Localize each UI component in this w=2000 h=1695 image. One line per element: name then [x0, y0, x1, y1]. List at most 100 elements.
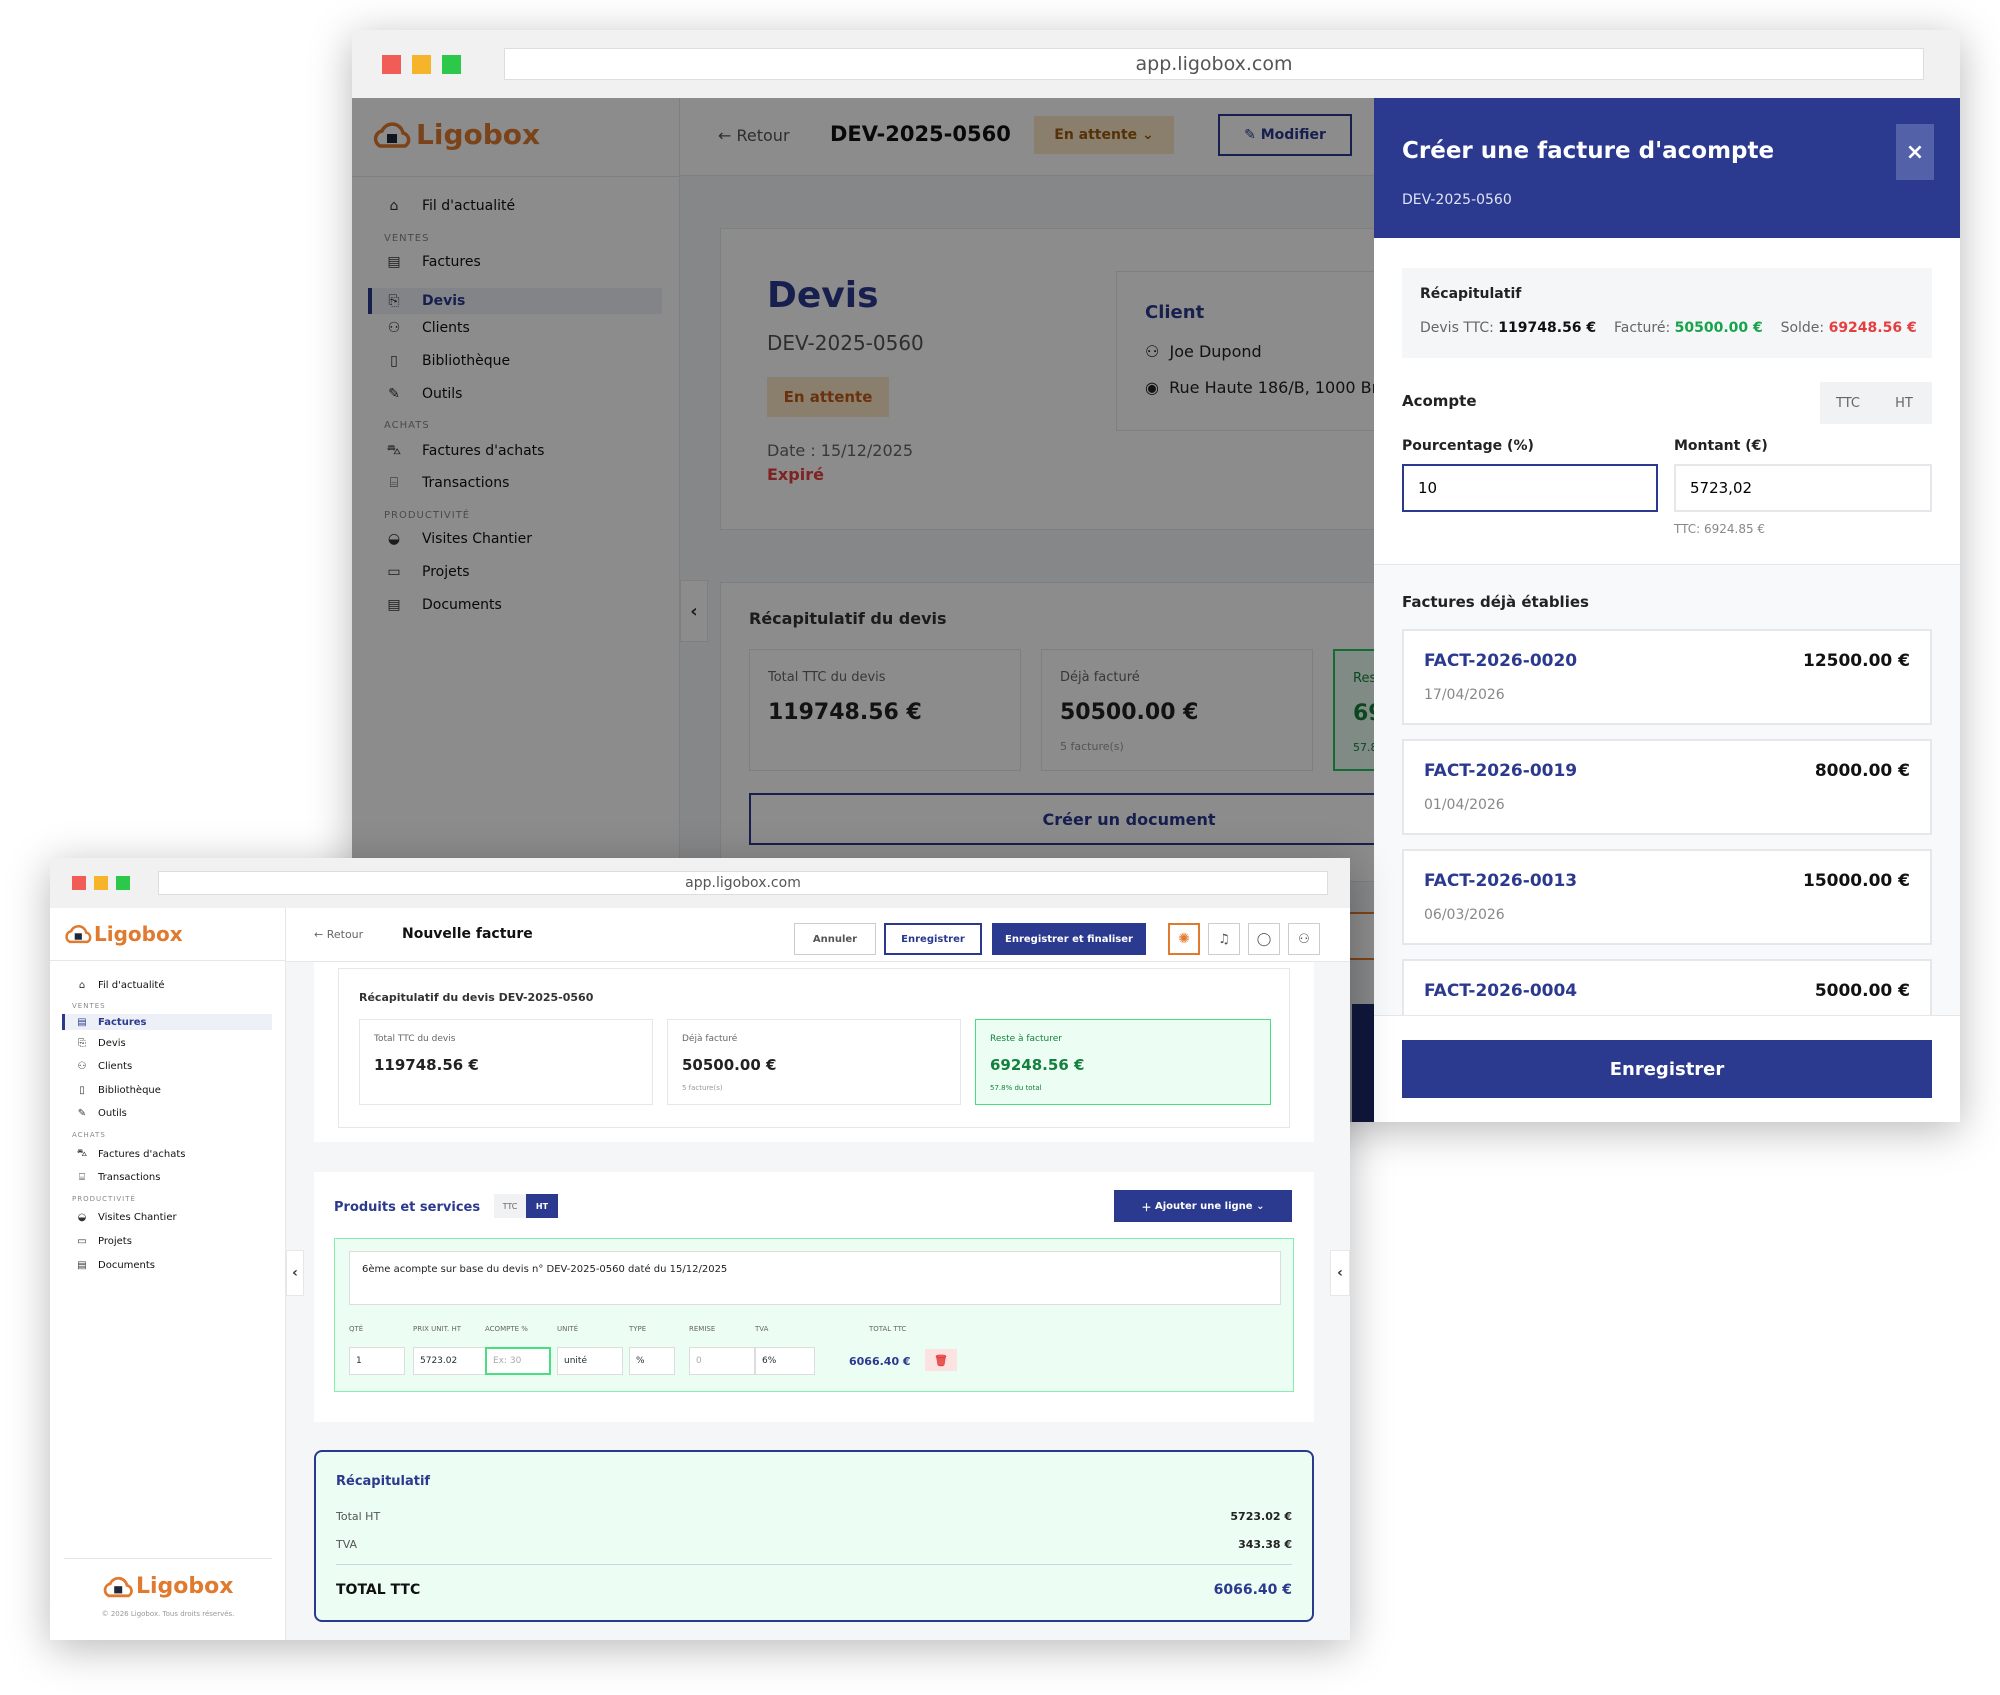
sidebar-item-feed[interactable]: ⌂ Fil d'actualité: [72, 980, 165, 991]
add-line-button[interactable]: ＋ Ajouter une ligne ⌄: [1114, 1190, 1292, 1222]
bank-icon: ⌸: [79, 1172, 85, 1183]
percent-label: Pourcentage (%): [1402, 438, 1534, 454]
existing-title: Factures déjà établies: [1402, 593, 1589, 611]
invoice-amount: 12500.00 €: [1802, 651, 1910, 671]
products-toggle: TTC HT: [494, 1194, 558, 1218]
trash-icon: 🗑: [934, 1353, 948, 1367]
invoice-recap: Récapitulatif Total HT 5723.02 € TVA 343…: [314, 1450, 1314, 1622]
notifications-button[interactable]: ♫: [1208, 923, 1240, 955]
address-bar[interactable]: app.ligobox.com: [504, 48, 1924, 80]
save-button[interactable]: Enregistrer: [1402, 1040, 1932, 1098]
discount-input[interactable]: 0: [689, 1347, 755, 1375]
total-label: Total TTC du devis: [374, 1034, 456, 1044]
sidebar-item-invoices[interactable]: ▤ Factures: [72, 1014, 146, 1030]
invoice-card[interactable]: FACT-2026-0020 17/04/2026 12500.00 €: [1402, 629, 1932, 725]
quote-ttc-value: 119748.56 €: [1498, 320, 1597, 336]
maximize-window-dot[interactable]: [116, 876, 130, 890]
line-total: 6066.40 €: [849, 1355, 911, 1368]
toggle-ttc[interactable]: TTC: [494, 1194, 526, 1218]
page-title: Nouvelle facture: [402, 926, 533, 942]
front-main: ‹ ‹ Récapitulatif du devis DEV-2025-0560…: [286, 962, 1350, 1640]
close-window-dot[interactable]: [382, 55, 401, 74]
cloud-house-logo-icon: [103, 1576, 133, 1597]
save-finalize-button[interactable]: Enregistrer et finaliser: [992, 923, 1146, 955]
invoice-card[interactable]: FACT-2026-0013 06/03/2026 15000.00 €: [1402, 849, 1932, 945]
browser-chrome: app.ligobox.com: [50, 858, 1350, 908]
collapse-right-button[interactable]: ‹: [1330, 1250, 1350, 1296]
cloud-house-logo-icon: [65, 924, 92, 944]
invoice-number: FACT-2026-0013: [1424, 871, 1578, 891]
sidebar-item-purchase-invoices[interactable]: ⛍ Factures d'achats: [72, 1148, 186, 1161]
quote-icon: ⎘: [78, 1038, 86, 1049]
section-sales: VENTES: [72, 1002, 106, 1010]
sparkle-button[interactable]: ✺: [1168, 923, 1200, 955]
column-header: QTÉ: [349, 1325, 364, 1333]
modal-title: Créer une facture d'acompte: [1402, 138, 1775, 164]
toggle-ht[interactable]: HT: [526, 1194, 558, 1218]
chevron-left-icon: ‹: [1337, 1265, 1343, 1281]
cancel-button[interactable]: Annuler: [794, 923, 876, 955]
sidebar-item-projects[interactable]: ▭ Projets: [72, 1236, 132, 1247]
invoice-date: 06/03/2026: [1424, 907, 1505, 923]
invoice-number: FACT-2026-0020: [1424, 651, 1578, 671]
invoice-amount: 15000.00 €: [1802, 871, 1910, 891]
balance-value: 69248.56 €: [1828, 320, 1917, 336]
close-window-dot[interactable]: [72, 876, 86, 890]
invoice-date: 17/04/2026: [1424, 687, 1505, 703]
rest-label: Reste à facturer: [990, 1034, 1062, 1044]
arrow-left-icon: ←: [314, 928, 324, 941]
ttc-hint: TTC: 6924.85 €: [1674, 522, 1766, 536]
sidebar-item-tools[interactable]: ✎ Outils: [72, 1108, 127, 1119]
invoiced-value: 50500.00 €: [682, 1056, 777, 1074]
invoice-amount: 5000.00 €: [1814, 981, 1910, 1001]
book-icon: ▯: [79, 1085, 85, 1096]
cart-icon: ⛍: [76, 1148, 88, 1159]
qty-input[interactable]: 1: [349, 1347, 405, 1375]
total-value: 119748.56 €: [374, 1056, 479, 1074]
amount-input[interactable]: [1674, 464, 1932, 512]
sidebar-item-quotes[interactable]: ⎘ Devis: [72, 1038, 126, 1049]
percent-input[interactable]: [1402, 464, 1658, 512]
delete-line-button[interactable]: 🗑: [925, 1349, 957, 1371]
minimize-window-dot[interactable]: [94, 876, 108, 890]
modal-recap: Récapitulatif Devis TTC: 119748.56 € Fac…: [1402, 268, 1932, 358]
sparkle-icon: ✺: [1178, 931, 1190, 947]
invoice-card[interactable]: FACT-2026-0004 5000.00 €: [1402, 959, 1932, 1015]
sidebar-item-transactions[interactable]: ⌸ Transactions: [72, 1172, 160, 1183]
sidebar-item-clients[interactable]: ⚇ Clients: [72, 1061, 133, 1072]
deposit-modal: Créer une facture d'acompte DEV-2025-056…: [1374, 98, 1960, 1122]
brand-name: Ligobox: [94, 922, 183, 946]
vat-label: TVA: [336, 1538, 358, 1551]
minimize-window-dot[interactable]: [412, 55, 431, 74]
folder-icon: ▭: [77, 1236, 87, 1247]
total-ttc-label: TOTAL TTC: [336, 1582, 421, 1598]
copyright: © 2026 Ligobox. Tous droits réservés.: [101, 1610, 235, 1618]
sidebar-item-site-visits[interactable]: ◒ Visites Chantier: [72, 1212, 177, 1223]
recap-title: Récapitulatif: [336, 1474, 431, 1489]
toggle-ttc[interactable]: TTC: [1820, 382, 1876, 424]
sidebar-item-library[interactable]: ▯ Bibliothèque: [72, 1085, 161, 1096]
modal-subtitle: DEV-2025-0560: [1402, 192, 1512, 208]
front-sidebar: Ligobox ⌂ Fil d'actualité VENTES ▤ Facture…: [50, 908, 286, 1640]
recap-title: Récapitulatif: [1420, 286, 1522, 302]
profile-button[interactable]: ⚇: [1288, 923, 1320, 955]
messages-button[interactable]: ◯: [1248, 923, 1280, 955]
toggle-ht[interactable]: HT: [1876, 382, 1932, 424]
unit-input[interactable]: unité: [557, 1347, 623, 1375]
invoice-card[interactable]: FACT-2026-0019 01/04/2026 8000.00 €: [1402, 739, 1932, 835]
sidebar-item-documents[interactable]: ▤ Documents: [72, 1260, 155, 1271]
deposit-label: Acompte: [1402, 392, 1477, 410]
deposit-input[interactable]: Ex: 30: [485, 1347, 551, 1375]
users-icon: ⚇: [77, 1061, 87, 1072]
maximize-window-dot[interactable]: [442, 55, 461, 74]
back-link[interactable]: ← Retour: [314, 928, 363, 941]
collapse-left-button[interactable]: ‹: [286, 1250, 304, 1296]
line-description[interactable]: 6ème acompte sur base du devis n° DEV-20…: [349, 1251, 1281, 1305]
column-header: TOTAL TTC: [869, 1325, 907, 1333]
close-button[interactable]: ×: [1896, 124, 1934, 180]
type-select[interactable]: %: [629, 1347, 675, 1375]
save-button[interactable]: Enregistrer: [884, 923, 982, 955]
invoiced-box: Déjà facturé 50500.00 € 5 facture(s): [667, 1019, 961, 1105]
vat-select[interactable]: 6%: [755, 1347, 815, 1375]
address-bar[interactable]: app.ligobox.com: [158, 871, 1328, 895]
